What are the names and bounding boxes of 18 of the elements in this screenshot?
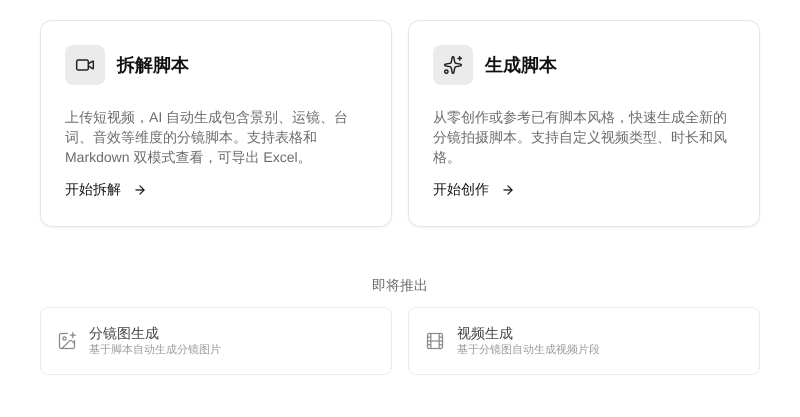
section-heading: 即将推出 [371,276,429,295]
sparkle-icon [443,55,463,75]
arrow-right-icon [133,182,147,196]
feature-card[interactable]: 拆解脚本 上传短视频，AI 自动生成包含景别、运镜、台词、音效等维度的分镜脚本。支持表格和 Markdown 双模式查看，可导出 Excel。 开始拆解 [40,20,392,227]
start-link[interactable]: 开始拆解 [65,179,147,200]
feature-subtitle: 基于分镜图自动生成视频片段 [457,343,600,358]
start-link[interactable]: 开始创作 [433,179,515,200]
feature-title: 视频生成 [457,324,514,342]
card-title: 生成脚本 [485,54,557,76]
image-plus-icon [57,331,77,351]
feature-card[interactable]: 生成脚本 从零创作或参考已有脚本风格，快速生成全新的分镜拍摄脚本。支持自定义视频类型、时长和风格。 开始创作 [408,20,760,227]
feature-title: 分镜图生成 [89,324,160,342]
card-title: 拆解脚本 [117,54,189,76]
card-description: 从零创作或参考已有脚本风格，快速生成全新的分镜拍摄脚本。支持自定义视频类型、时长和风格。 [433,108,728,167]
arrow-right-icon [501,182,515,196]
feature-subtitle: 基于脚本自动生成分镜图片 [89,343,221,358]
film-icon [425,331,445,351]
card-description: 上传短视频，AI 自动生成包含景别、运镜、台词、音效等维度的分镜脚本。支持表格和 Markdown 双模式查看，可导出 Excel。 [65,108,350,167]
